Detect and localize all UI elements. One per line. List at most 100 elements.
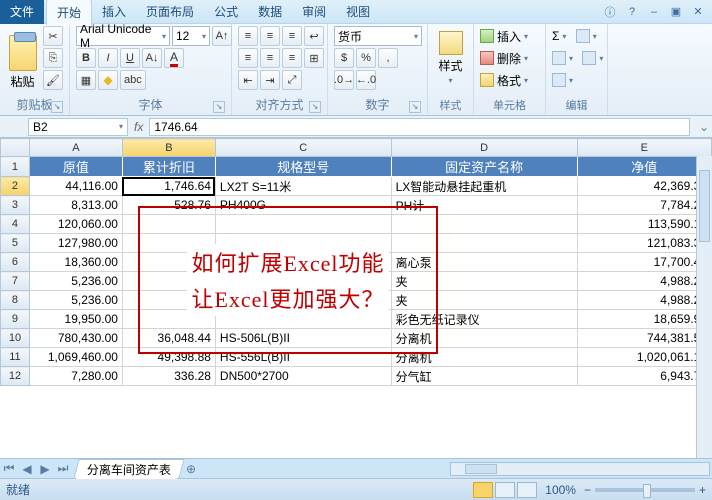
row-header[interactable]: 6 — [1, 253, 30, 272]
view-normal-button[interactable] — [473, 482, 493, 498]
cell[interactable]: 113,590.10 — [577, 215, 711, 234]
cell[interactable]: 7,784.24 — [577, 196, 711, 215]
zoom-slider[interactable] — [595, 488, 695, 492]
increase-font-button[interactable]: A↑ — [212, 26, 232, 46]
row-header[interactable]: 11 — [1, 348, 30, 367]
cell[interactable]: LX智能动悬挂起重机 — [391, 177, 577, 196]
header-cell[interactable]: 固定资产名称 — [391, 157, 577, 177]
merge-button[interactable]: ⊞ — [304, 48, 324, 68]
currency-button[interactable]: $ — [334, 48, 354, 68]
tab-nav-last[interactable]: ⏭ — [54, 461, 72, 476]
wrap-text-button[interactable]: ↩ — [304, 26, 324, 46]
row-header[interactable]: 1 — [1, 157, 30, 177]
paste-button[interactable]: 粘贴 — [6, 26, 39, 90]
formula-expand-icon[interactable]: ⌄ — [696, 118, 712, 136]
align-bottom-button[interactable]: ≡ — [282, 26, 302, 46]
phonetic-button[interactable]: abc — [120, 70, 146, 90]
cell[interactable]: 7,280.00 — [29, 367, 122, 386]
formula-input[interactable]: 1746.64 — [149, 118, 690, 136]
row-header[interactable]: 8 — [1, 291, 30, 310]
cells-insert-button[interactable]: 插入▾ — [480, 26, 528, 46]
cell[interactable]: 4,988.24 — [577, 272, 711, 291]
row-header[interactable]: 7 — [1, 272, 30, 291]
select-all-corner[interactable] — [1, 139, 30, 157]
cell[interactable]: 336.28 — [122, 367, 215, 386]
ribbon-minimize-icon[interactable]: ⓘ — [602, 5, 618, 19]
align-launcher[interactable]: ↘ — [309, 101, 321, 113]
cell[interactable]: 120,060.00 — [29, 215, 122, 234]
header-cell[interactable]: 累计折旧 — [122, 157, 215, 177]
increase-indent-button[interactable]: ⇥ — [260, 70, 280, 90]
name-box[interactable]: B2▾ — [28, 118, 128, 136]
col-header-D[interactable]: D — [391, 139, 577, 157]
cells-format-button[interactable]: 格式▾ — [480, 70, 528, 90]
cell[interactable]: 121,083.30 — [577, 234, 711, 253]
format-painter-button[interactable]: 🖌 — [43, 70, 63, 90]
row-header[interactable]: 3 — [1, 196, 30, 215]
font-size-select[interactable]: 12▾ — [172, 26, 210, 46]
cell[interactable]: 分气缸 — [391, 367, 577, 386]
italic-button[interactable]: I — [98, 48, 118, 68]
col-header-B[interactable]: B — [122, 139, 215, 157]
border-button[interactable]: ▦ — [76, 70, 96, 90]
window-restore-icon[interactable]: ▣ — [668, 5, 684, 19]
row-header[interactable]: 9 — [1, 310, 30, 329]
worksheet[interactable]: A B C D E 1 原值 累计折旧 规格型号 固定资产名称 净值 244,1… — [0, 138, 712, 458]
cells-delete-button[interactable]: 删除▾ — [480, 48, 528, 68]
tab-nav-prev[interactable]: ◀ — [18, 462, 36, 476]
cell[interactable]: 1,746.64 — [122, 177, 215, 196]
tab-review[interactable]: 审阅 — [292, 0, 336, 24]
copy-button[interactable]: ⎘ — [43, 48, 63, 68]
tab-file[interactable]: 文件 — [0, 0, 44, 24]
orientation-button[interactable]: ⤢ — [282, 70, 302, 90]
horizontal-scrollbar[interactable] — [450, 462, 710, 476]
tab-page-layout[interactable]: 页面布局 — [136, 0, 204, 24]
row-header[interactable]: 12 — [1, 367, 30, 386]
align-right-button[interactable]: ≡ — [282, 48, 302, 68]
cell[interactable]: LX2T S=11米 — [215, 177, 391, 196]
font-name-select[interactable]: Arial Unicode M▾ — [76, 26, 170, 46]
cell[interactable]: 4,988.24 — [577, 291, 711, 310]
cell[interactable]: 744,381.56 — [577, 329, 711, 348]
clear-button[interactable]: ▾ — [552, 70, 573, 90]
comma-button[interactable]: , — [378, 48, 398, 68]
autosum-button[interactable]: Σ▾ ▾ — [552, 26, 597, 46]
cell[interactable]: 5,236.00 — [29, 291, 122, 310]
row-header[interactable]: 2 — [1, 177, 30, 196]
cell[interactable]: 6,943.72 — [577, 367, 711, 386]
tab-data[interactable]: 数据 — [248, 0, 292, 24]
header-cell[interactable]: 净值 — [577, 157, 711, 177]
fx-icon[interactable]: fx — [134, 120, 143, 134]
zoom-out-button[interactable]: − — [584, 483, 591, 497]
cell[interactable]: 18,360.00 — [29, 253, 122, 272]
font-color-button[interactable]: A — [164, 48, 184, 68]
align-left-button[interactable]: ≡ — [238, 48, 258, 68]
cell[interactable]: 19,950.00 — [29, 310, 122, 329]
window-close-icon[interactable]: ✕ — [690, 5, 706, 19]
row-header[interactable]: 5 — [1, 234, 30, 253]
vertical-scrollbar[interactable] — [696, 156, 712, 458]
increase-decimal-button[interactable]: .0→ — [334, 70, 354, 90]
align-center-button[interactable]: ≡ — [260, 48, 280, 68]
sheet-tab-active[interactable]: 分离车间资产表 — [73, 459, 184, 479]
header-cell[interactable]: 原值 — [29, 157, 122, 177]
cell[interactable]: 8,313.00 — [29, 196, 122, 215]
decrease-font-button[interactable]: A↓ — [142, 48, 162, 68]
cut-button[interactable]: ✂ — [43, 26, 63, 46]
font-launcher[interactable]: ↘ — [213, 101, 225, 113]
cell[interactable]: 44,116.00 — [29, 177, 122, 196]
tab-nav-first[interactable]: ⏮ — [0, 461, 18, 476]
view-layout-button[interactable] — [495, 482, 515, 498]
cell[interactable]: 5,236.00 — [29, 272, 122, 291]
col-header-C[interactable]: C — [215, 139, 391, 157]
clipboard-launcher[interactable]: ↘ — [51, 101, 63, 113]
header-cell[interactable]: 规格型号 — [215, 157, 391, 177]
cell[interactable]: 780,430.00 — [29, 329, 122, 348]
percent-button[interactable]: % — [356, 48, 376, 68]
cell[interactable]: 1,020,061.12 — [577, 348, 711, 367]
row-header[interactable]: 4 — [1, 215, 30, 234]
new-sheet-button[interactable]: ⊕ — [182, 462, 200, 476]
window-minimize-icon[interactable]: – — [646, 5, 662, 19]
cell[interactable]: 17,700.40 — [577, 253, 711, 272]
tab-home[interactable]: 开始 — [46, 0, 92, 25]
